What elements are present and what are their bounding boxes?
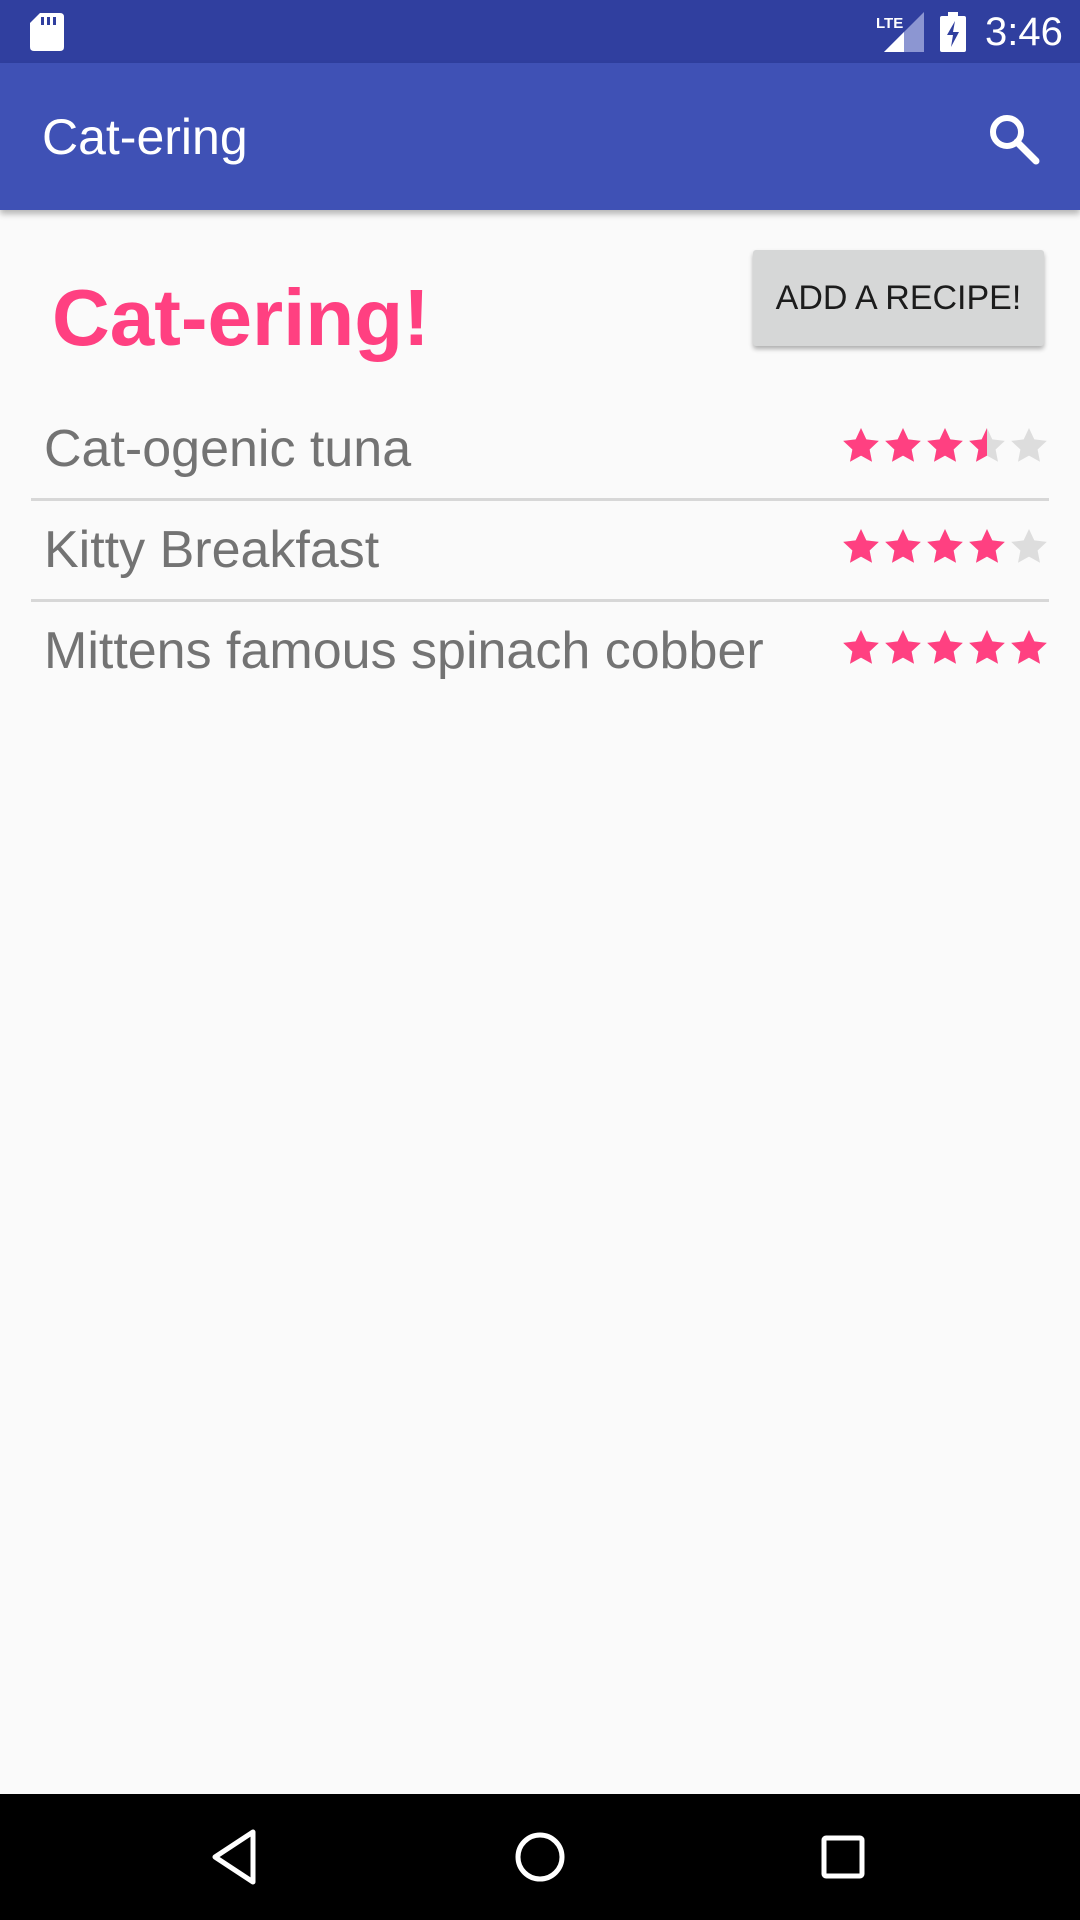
rating-bar[interactable] xyxy=(841,527,1051,567)
recipe-name: Mittens famous spinach cobber xyxy=(44,622,764,680)
star-icon xyxy=(927,630,963,664)
star-icon xyxy=(1011,428,1047,462)
status-time: 3:46 xyxy=(985,10,1063,54)
star-icon xyxy=(843,529,879,563)
sd-card-icon xyxy=(30,13,64,51)
battery-charging-icon xyxy=(940,12,966,52)
star-icon xyxy=(927,529,963,563)
app-bar: Cat-ering xyxy=(0,63,1080,210)
rating-bar[interactable] xyxy=(841,426,1051,466)
star-icon xyxy=(843,428,879,462)
star-icon xyxy=(885,630,921,664)
star-icon xyxy=(885,529,921,563)
rating-bar[interactable] xyxy=(841,628,1051,668)
recipe-name: Kitty Breakfast xyxy=(44,521,380,579)
star-icon xyxy=(927,428,963,462)
star-icon xyxy=(969,428,1005,462)
search-icon[interactable] xyxy=(984,109,1044,169)
lte-signal-icon: LTE xyxy=(876,12,924,52)
network-label: LTE xyxy=(876,15,903,32)
navigation-bar xyxy=(0,1794,1080,1920)
star-icon xyxy=(969,630,1005,664)
star-icon xyxy=(885,428,921,462)
app-title: Cat-ering xyxy=(42,109,248,165)
recipe-list: Cat-ogenic tuna Kitty Breakfast Mittens fa… xyxy=(31,400,1049,700)
recipe-name: Cat-ogenic tuna xyxy=(44,420,412,478)
star-icon xyxy=(969,529,1005,563)
home-icon[interactable] xyxy=(507,1824,573,1890)
recipe-row[interactable]: Kitty Breakfast xyxy=(31,501,1049,602)
recipe-row[interactable]: Mittens famous spinach cobber xyxy=(31,602,1049,700)
recents-icon[interactable] xyxy=(810,1824,876,1890)
page-heading: Cat-ering! xyxy=(52,273,430,362)
star-icon xyxy=(843,630,879,664)
status-bar: LTE 3:46 xyxy=(0,0,1080,63)
back-icon[interactable] xyxy=(203,1824,269,1890)
star-icon xyxy=(1011,630,1047,664)
main-content: Cat-ering! ADD A RECIPE! Cat-ogenic tuna… xyxy=(0,210,1080,1794)
star-icon xyxy=(1011,529,1047,563)
add-recipe-button[interactable]: ADD A RECIPE! xyxy=(753,250,1044,346)
recipe-row[interactable]: Cat-ogenic tuna xyxy=(31,400,1049,501)
